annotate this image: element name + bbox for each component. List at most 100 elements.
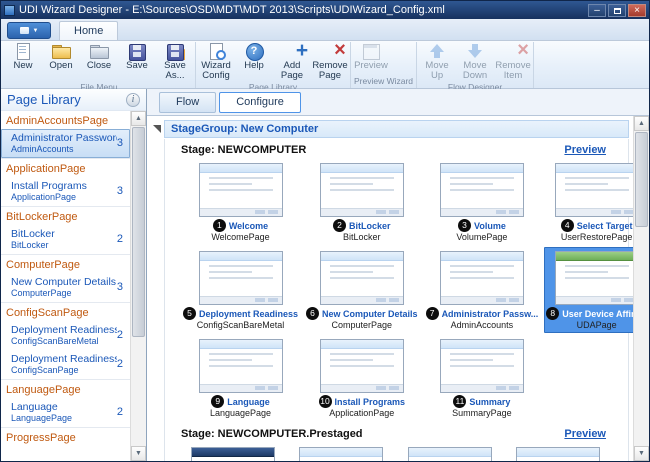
wizard-page-cell[interactable]: 11 Summary SummaryPage (424, 335, 541, 421)
page-number-badge: 8 (546, 307, 559, 320)
wizardconfig-button[interactable]: Wizard Config (197, 42, 235, 82)
saveas-button[interactable]: Save As... (156, 42, 194, 82)
ribbon-tab-home[interactable]: Home (59, 21, 118, 40)
moveup-button[interactable]: Move Up (418, 42, 456, 82)
info-icon[interactable]: i (126, 93, 140, 107)
wizard-page-thumbnail[interactable] (516, 447, 600, 461)
page-group-header[interactable]: LanguagePage (1, 379, 130, 398)
page-item-title: Deployment Readiness (11, 353, 117, 365)
close-button[interactable]: Close (80, 42, 118, 72)
page-group-header[interactable]: BitLockerPage (1, 206, 130, 225)
removepage-button[interactable]: Remove Page (311, 42, 349, 82)
wizard-page-thumbnail[interactable] (320, 163, 404, 217)
scroll-down-icon[interactable]: ▼ (131, 446, 146, 461)
wizard-page-cell[interactable]: 1 Welcome WelcomePage (181, 159, 300, 245)
page-number-badge: 3 (458, 219, 471, 232)
page-group-header[interactable]: ApplicationPage (1, 158, 130, 177)
wizard-page-thumbnail[interactable] (191, 447, 275, 461)
scrollbar-thumb[interactable] (132, 127, 145, 337)
stagegroup-label: StageGroup: New Computer (171, 123, 318, 135)
wizard-page-thumbnail[interactable] (199, 163, 283, 217)
page-library-item[interactable]: Deployment Readiness ConfigScanBareMetal… (1, 321, 130, 350)
wizard-page-thumbnail[interactable] (320, 251, 404, 305)
wizard-page-thumbnail[interactable] (440, 163, 524, 217)
stage-preview-link[interactable]: Preview (564, 428, 606, 440)
wizard-page-cell[interactable] (181, 443, 285, 461)
tab-configure[interactable]: Configure (219, 92, 301, 113)
tab-flow[interactable]: Flow (159, 92, 216, 113)
ribbon-button-label: Remove Page (312, 61, 348, 81)
wizard-page-cell[interactable]: 3 Volume VolumePage (424, 159, 541, 245)
page-library-item[interactable]: Language LanguagePage 2 (1, 398, 130, 427)
stage-preview-link[interactable]: Preview (564, 144, 606, 156)
wizard-page-thumbnail[interactable] (440, 339, 524, 393)
page-number-badge: 7 (426, 307, 439, 320)
ribbon-tab-row: ▼ Home (1, 19, 649, 41)
sidebar-scrollbar[interactable]: ▲ ▼ (130, 111, 146, 461)
help-button[interactable]: Help (235, 42, 273, 72)
minimize-button[interactable]: – (588, 4, 606, 17)
stagegroup-header[interactable]: StageGroup: New Computer (164, 120, 629, 138)
ribbon-button-label: Preview (354, 61, 388, 71)
new-button[interactable]: New (4, 42, 42, 72)
page-group-header[interactable]: ProgressPage (1, 427, 130, 446)
maximize-button[interactable] (608, 4, 626, 17)
wizard-page-thumbnail[interactable] (440, 251, 524, 305)
scroll-up-icon[interactable]: ▲ (131, 111, 146, 126)
stage-label: Stage: NEWCOMPUTER (181, 144, 564, 156)
wizard-page-thumbnail[interactable] (199, 339, 283, 393)
wizard-page-cell[interactable]: 6 New Computer Details ComputerPage (304, 247, 420, 333)
page-group-header[interactable]: ConfigScanPage (1, 302, 130, 321)
ribbon-group: Preview Preview Wizard (351, 42, 417, 88)
application-menu-button[interactable]: ▼ (7, 22, 51, 39)
page-title: Administrator Passw... (442, 309, 539, 319)
page-subtitle: UserRestorePage (561, 232, 633, 242)
wizard-page-thumbnail[interactable] (299, 447, 383, 461)
preview-button[interactable]: Preview (352, 42, 390, 72)
wizard-page-thumbnail[interactable] (408, 447, 492, 461)
wizard-page-cell[interactable]: 10 Install Programs ApplicationPage (304, 335, 420, 421)
open-button[interactable]: Open (42, 42, 80, 72)
page-library-item[interactable]: BitLocker BitLocker 2 (1, 225, 130, 254)
page-library-item[interactable]: Deployment Readiness ConfigScanPage 2 (1, 350, 130, 379)
page-item-subtitle: ConfigScanPage (11, 365, 117, 375)
wizard-page-cell[interactable]: 4 Select Target UserRestorePage (544, 159, 633, 245)
page-group-header[interactable]: AdminAccountsPage (1, 111, 130, 129)
wizard-page-thumbnail[interactable] (555, 163, 633, 217)
page-library-item[interactable]: New Computer Details ComputerPage 3 (1, 273, 130, 302)
wizard-page-thumbnail[interactable] (555, 251, 633, 305)
wizard-page-cell[interactable] (506, 443, 610, 461)
removeitem-button[interactable]: Remove Item (494, 42, 532, 82)
wizard-page-cell[interactable]: 7 Administrator Passw... AdminAccounts (424, 247, 541, 333)
wizard-page-cell[interactable]: 5 Deployment Readiness ConfigScanBareMet… (181, 247, 300, 333)
page-item-subtitle: ComputerPage (11, 288, 117, 298)
page-subtitle: SummaryPage (452, 408, 512, 418)
close-button[interactable]: × (628, 4, 646, 17)
ribbon-group: Move Up Move Down Remove Item Flow Desig… (417, 42, 534, 88)
wizard-page-cell[interactable] (289, 443, 393, 461)
wizard-page-cell[interactable]: 8 User Device Affinity UDAPage (544, 247, 633, 333)
page-library-item[interactable]: Administrator Password AdminAccounts 3 (1, 129, 130, 158)
page-title: Welcome (229, 221, 268, 231)
page-library-item[interactable]: Install Programs ApplicationPage 3 (1, 177, 130, 206)
collapse-expander-icon[interactable] (153, 125, 161, 133)
page-group-header[interactable]: ComputerPage (1, 254, 130, 273)
page-title: Install Programs (335, 397, 406, 407)
page-title: Volume (474, 221, 506, 231)
designer-tabs: Flow Configure (147, 89, 649, 115)
wizard-page-thumbnail[interactable] (199, 251, 283, 305)
movedown-button[interactable]: Move Down (456, 42, 494, 82)
wizard-page-thumbnail[interactable] (320, 339, 404, 393)
wizard-page-cell[interactable]: 9 Language LanguagePage (181, 335, 300, 421)
addpage-button[interactable]: Add Page (273, 42, 311, 82)
save-button[interactable]: Save (118, 42, 156, 72)
page-item-count: 3 (117, 281, 126, 293)
scroll-down-icon[interactable]: ▼ (634, 446, 649, 461)
page-title: Language (227, 397, 270, 407)
wizard-page-cell[interactable]: 2 BitLocker BitLocker (304, 159, 420, 245)
title-bar[interactable]: UDI Wizard Designer - E:\Sources\OSD\MDT… (1, 1, 649, 19)
scroll-up-icon[interactable]: ▲ (634, 116, 649, 131)
main-scrollbar[interactable]: ▲ ▼ (633, 116, 649, 461)
scrollbar-thumb[interactable] (635, 132, 648, 227)
wizard-page-cell[interactable] (398, 443, 502, 461)
